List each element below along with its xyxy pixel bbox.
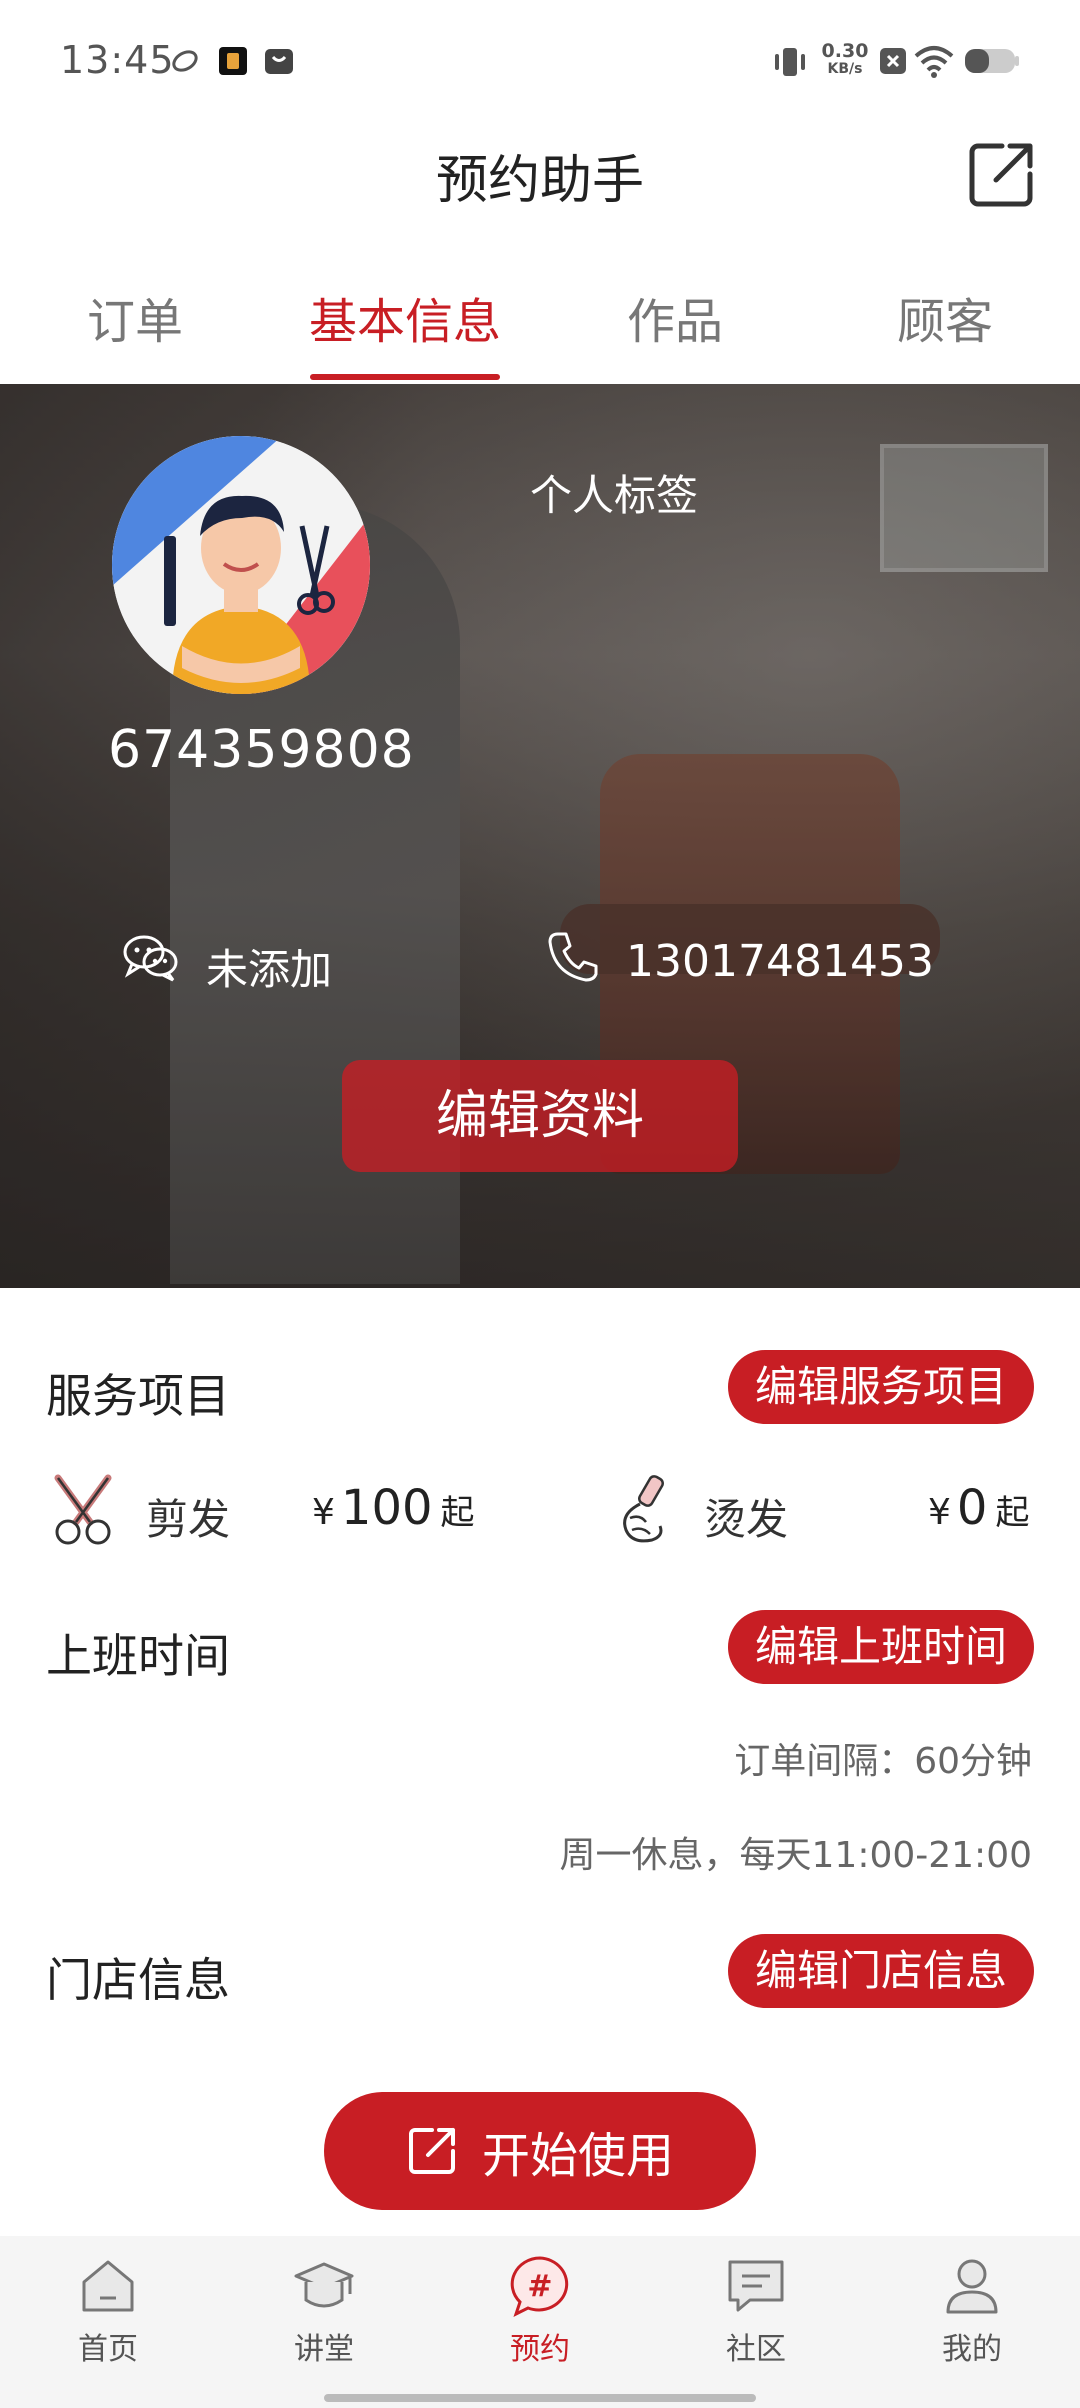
home-indicator[interactable] <box>324 2394 756 2402</box>
wechat-status: 未添加 <box>206 945 333 994</box>
page-title: 预约助手 <box>435 151 644 211</box>
phone-number: 13017481453 <box>626 936 934 987</box>
close-notif-icon <box>880 48 906 74</box>
service-name-perm: 烫发 <box>704 1495 789 1544</box>
start-button-label: 开始使用 <box>481 2128 674 2184</box>
start-using-button[interactable]: 开始使用 <box>324 2092 756 2210</box>
personal-tag[interactable]: 个人标签 <box>530 462 698 523</box>
nav-lecture[interactable]: 讲堂 <box>216 2254 432 2368</box>
nav-booking[interactable]: # 预约 <box>432 2254 648 2368</box>
wifi-icon <box>914 46 954 78</box>
tab-customers[interactable]: 顾客 <box>810 282 1080 352</box>
order-interval: 订单间隔：60分钟 <box>734 1741 1032 1782</box>
user-icon <box>946 2259 998 2314</box>
tab-bar: 订单 基本信息 作品 顾客 <box>0 262 1080 382</box>
edit-store-info-button[interactable]: 编辑门店信息 <box>728 1934 1034 2008</box>
chat-icon <box>728 2260 784 2312</box>
services-title: 服务项目 <box>46 1369 230 1423</box>
service-name-haircut: 剪发 <box>146 1495 231 1544</box>
currency-symbol: ¥ <box>928 1492 951 1533</box>
battery-icon <box>965 49 1019 73</box>
nav-profile[interactable]: 我的 <box>864 2254 1080 2368</box>
nav-label: 我的 <box>942 2332 1002 2367</box>
nav-community[interactable]: 社区 <box>648 2254 864 2368</box>
edit-work-hours-button[interactable]: 编辑上班时间 <box>728 1610 1034 1684</box>
work-hours-title: 上班时间 <box>46 1629 230 1683</box>
app-icon <box>219 47 247 75</box>
tab-orders[interactable]: 订单 <box>0 282 270 352</box>
hashtag-bubble-icon: # <box>510 2256 569 2317</box>
scissors-icon <box>54 1474 112 1545</box>
wechat-icon <box>123 935 178 982</box>
nav-label: 社区 <box>726 2332 786 2367</box>
svg-text:#: # <box>527 2269 552 2304</box>
nav-label: 讲堂 <box>294 2332 354 2367</box>
curling-iron-icon <box>623 1475 664 1543</box>
nav-label: 首页 <box>78 2332 138 2367</box>
price-unit: 起 <box>440 1493 475 1533</box>
currency-symbol: ¥ <box>312 1492 335 1533</box>
graduation-cap-icon <box>294 2262 354 2308</box>
work-schedule: 周一休息，每天11:00-21:00 <box>559 1835 1032 1876</box>
active-tab-indicator <box>310 374 500 380</box>
bag-icon <box>265 49 293 74</box>
service-price-haircut: ¥100 起 <box>312 1480 475 1536</box>
price-value: 100 <box>340 1480 433 1536</box>
price-unit: 起 <box>995 1493 1030 1533</box>
price-value: 0 <box>956 1480 988 1536</box>
external-link-icon[interactable] <box>966 140 1036 210</box>
vibrate-icon <box>775 48 805 76</box>
net-speed: 0.30 KB/s <box>820 42 870 78</box>
home-icon <box>82 2260 134 2312</box>
edit-services-button[interactable]: 编辑服务项目 <box>728 1350 1034 1424</box>
external-link-icon <box>408 2128 455 2174</box>
user-id: 674359808 <box>108 720 415 780</box>
net-speed-unit: KB/s <box>827 61 863 77</box>
edit-profile-button[interactable]: 编辑资料 <box>342 1060 738 1172</box>
net-speed-value: 0.30 <box>821 40 869 62</box>
service-price-perm: ¥0 起 <box>928 1480 1029 1536</box>
phone-icon <box>548 932 598 982</box>
nav-label: 预约 <box>510 2332 570 2367</box>
tab-works[interactable]: 作品 <box>540 282 810 352</box>
tab-basic-info[interactable]: 基本信息 <box>270 282 540 352</box>
avatar[interactable] <box>112 436 370 694</box>
nav-home[interactable]: 首页 <box>0 2254 216 2368</box>
bottom-nav: 首页 讲堂 # 预约 社区 我的 <box>0 2236 1080 2408</box>
profile-hero: 个人标签 674359808 未添加 13017481453 编辑资料 <box>0 384 1080 1288</box>
status-time: 13:45 <box>60 38 175 82</box>
barber-avatar-illustration <box>112 436 370 694</box>
status-bar: 13:45 0.30 KB/s <box>0 0 1080 120</box>
cloud-icon <box>172 50 198 72</box>
store-info-title: 门店信息 <box>46 1953 230 2007</box>
